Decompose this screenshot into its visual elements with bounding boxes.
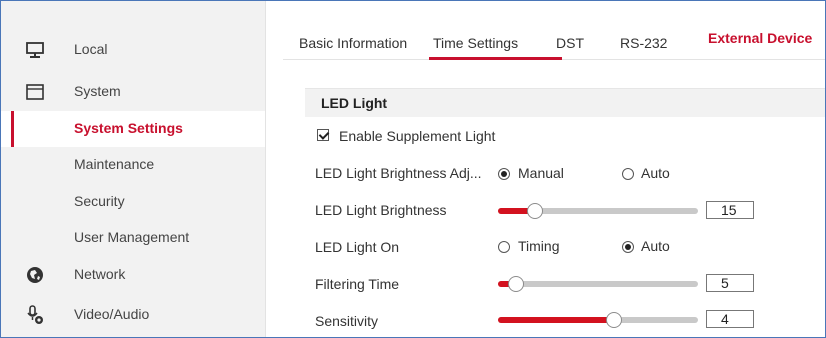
tab-rs-232[interactable]: RS-232	[620, 35, 667, 51]
manual-radio[interactable]	[498, 168, 510, 180]
monitor-icon	[26, 42, 44, 58]
auto-brightness-radio[interactable]	[622, 168, 634, 180]
auto-brightness-radio-label: Auto	[641, 165, 670, 181]
sidebar-item-label: Video/Audio	[74, 306, 150, 322]
timing-radio-label: Timing	[518, 238, 560, 254]
tab-dst[interactable]: DST	[556, 35, 584, 51]
tab-external-device[interactable]: External Device	[708, 30, 812, 46]
sensitivity-value-input[interactable]: 4	[706, 310, 754, 328]
section-header: LED Light	[305, 88, 825, 117]
manual-radio-label: Manual	[518, 165, 564, 181]
slider-thumb[interactable]	[508, 276, 524, 292]
sidebar-item-video-audio[interactable]: Video/Audio	[1, 297, 265, 333]
microphone-camera-icon	[27, 305, 43, 324]
sensitivity-slider[interactable]	[498, 312, 698, 328]
filtering-time-value-input[interactable]: 5	[706, 274, 754, 292]
enable-supplement-light-checkbox[interactable]	[317, 129, 329, 141]
active-tab-indicator	[429, 57, 562, 60]
sidebar-item-user-management[interactable]: User Management	[1, 220, 265, 256]
sidebar-item-label: Security	[74, 193, 125, 209]
sidebar-item-network[interactable]: Network	[1, 257, 265, 293]
sensitivity-label: Sensitivity	[315, 313, 379, 329]
sidebar-item-label: Maintenance	[74, 156, 155, 172]
brightness-adjust-label: LED Light Brightness Adj...	[315, 165, 482, 181]
section-title: LED Light	[321, 95, 388, 111]
tab-bar: Basic Information Time Settings DST RS-2…	[266, 1, 825, 57]
brightness-label: LED Light Brightness	[315, 202, 447, 218]
light-on-label: LED Light On	[315, 239, 400, 255]
tab-time-settings[interactable]: Time Settings	[433, 35, 518, 51]
slider-thumb[interactable]	[527, 203, 543, 219]
slider-thumb[interactable]	[606, 312, 622, 328]
sidebar-item-system[interactable]: System	[1, 74, 265, 110]
window-frame: Local System System Settings Maintenance…	[0, 0, 826, 338]
sidebar-item-system-settings[interactable]: System Settings	[1, 111, 265, 147]
enable-supplement-light-label: Enable Supplement Light	[339, 128, 496, 144]
auto-light-on-radio-label: Auto	[641, 238, 670, 254]
sidebar: Local System System Settings Maintenance…	[1, 1, 266, 337]
slider-fill	[498, 317, 614, 323]
globe-icon	[27, 267, 43, 283]
auto-light-on-radio[interactable]	[622, 241, 634, 253]
sidebar-item-security[interactable]: Security	[1, 184, 265, 220]
sidebar-item-label: System	[74, 83, 121, 99]
timing-radio[interactable]	[498, 241, 510, 253]
filtering-time-slider[interactable]	[498, 276, 698, 292]
window-icon	[26, 84, 44, 100]
tab-basic-information[interactable]: Basic Information	[299, 35, 407, 51]
brightness-value-input[interactable]: 15	[706, 201, 754, 219]
slider-track	[498, 281, 698, 287]
sidebar-item-label: Local	[74, 41, 108, 57]
filtering-time-label: Filtering Time	[315, 276, 400, 292]
brightness-slider[interactable]	[498, 203, 698, 219]
sidebar-item-label: Network	[74, 266, 126, 282]
sidebar-item-local[interactable]: Local	[1, 32, 265, 68]
sidebar-item-label: System Settings	[74, 120, 183, 136]
sidebar-item-label: User Management	[74, 229, 190, 245]
sidebar-item-maintenance[interactable]: Maintenance	[1, 147, 265, 183]
